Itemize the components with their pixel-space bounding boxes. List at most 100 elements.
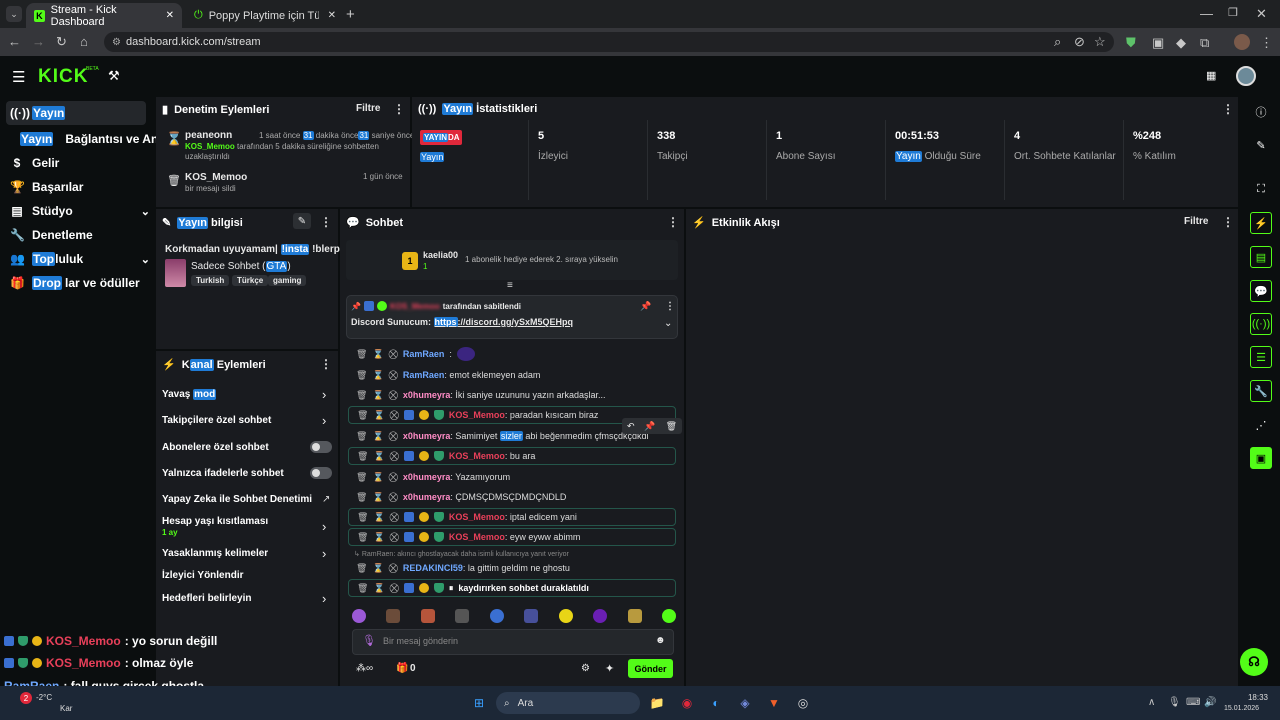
chat-message[interactable]: 🗑 ⌛ ⛒ KOS_Memoo: eyw eyww abimm — [348, 528, 676, 546]
gift-user[interactable]: kaelia00 — [423, 250, 458, 260]
edge-icon[interactable]: ◐ — [705, 692, 727, 714]
zoom-icon[interactable]: ⌕ — [1054, 34, 1061, 50]
action-slow-mode[interactable]: Yavaş mod — [162, 389, 332, 400]
reply-icon[interactable]: ↶ — [627, 421, 635, 432]
external-link-icon[interactable]: ↗ — [322, 494, 330, 505]
brave-icon[interactable]: ▼ — [763, 692, 785, 714]
weather-temp[interactable]: -2°C — [36, 693, 52, 702]
profile-avatar[interactable] — [1234, 34, 1250, 50]
tag-chip[interactable]: Türkçe — [232, 275, 269, 286]
hamburger-menu-icon[interactable]: ☰ — [12, 68, 25, 86]
microphone-icon[interactable]: 🎙 — [362, 634, 376, 647]
chevron-right-icon[interactable]: › — [322, 546, 326, 561]
send-button[interactable]: Gönder — [628, 659, 673, 678]
emote-icon[interactable] — [627, 609, 642, 623]
sidebar-item-drops[interactable]: 🎁 Drop lar ve ödüller — [10, 276, 150, 290]
chat-menu-icon[interactable]: ⋮ — [667, 215, 679, 229]
sidebar-item-stream[interactable]: ((·)) Yayın — [10, 106, 150, 120]
chat-message[interactable]: 🗑 ⌛ ⛒ x0humeyra: Yazamıyorum — [348, 468, 676, 486]
info-icon[interactable]: ⓘ — [1250, 101, 1272, 123]
chat-message[interactable]: 🗑 ⌛ ⛒ KOS_Memoo: bu ara — [348, 447, 676, 465]
delete-icon[interactable]: 🗑 — [666, 421, 677, 432]
microphone-tray-icon[interactable]: 🎙 — [1168, 697, 1181, 708]
notes-icon[interactable]: ▤ — [1250, 246, 1272, 268]
chevron-right-icon[interactable]: › — [322, 591, 326, 606]
activity-menu-icon[interactable]: ⋮ — [1222, 215, 1234, 229]
emote-icon[interactable] — [489, 609, 504, 623]
chevron-right-icon[interactable]: › — [322, 387, 326, 402]
action-goals[interactable]: Hedefleri belirleyin — [162, 593, 332, 604]
settings-gear-icon[interactable]: ⚙ — [581, 663, 590, 674]
volume-icon[interactable]: 🔊 — [1204, 697, 1216, 708]
chat-input-placeholder[interactable]: Bir mesaj gönderin — [383, 636, 458, 646]
sidebar-item-achievements[interactable]: 🏆 Başarılar — [10, 180, 150, 194]
maximize-icon[interactable]: ❐ — [1228, 6, 1238, 19]
home-icon[interactable]: ⌂ — [80, 34, 88, 49]
pin-icon[interactable]: 📌 — [644, 421, 655, 432]
kick-points-icon[interactable]: ⁂∞ — [356, 663, 373, 674]
info-menu-icon[interactable]: ⋮ — [320, 215, 332, 229]
site-info-icon[interactable]: ⚙ — [112, 37, 121, 48]
emote-icon[interactable] — [352, 609, 366, 623]
extension-badge-icon[interactable]: ▣ — [1152, 35, 1164, 51]
sidebar-item-moderation[interactable]: 🔧 Denetleme — [10, 228, 150, 242]
fullscreen-icon[interactable]: ⛶ — [1250, 178, 1272, 200]
bookmark-star-icon[interactable]: ☆ — [1094, 34, 1106, 50]
forward-icon[interactable]: → — [32, 34, 45, 49]
sidebar-item-stream-key[interactable]: Yayın Bağlantısı ve Anahtar — [20, 132, 188, 146]
stats-menu-icon[interactable]: ⋮ — [1222, 102, 1234, 116]
tab-poppy[interactable]: ⏻ Poppy Playtime için Türkçe yam ✕ — [186, 3, 344, 28]
chevron-right-icon[interactable]: › — [322, 519, 326, 534]
action-raid[interactable]: İzleyici Yönlendir — [162, 570, 332, 581]
emote-icon[interactable] — [524, 609, 539, 623]
emote-icon[interactable] — [558, 609, 573, 623]
support-headset-icon[interactable]: ☊ — [1240, 648, 1268, 676]
chat-paused-row[interactable]: 🗑 ⌛ ⛒ ⏸ kaydırırken sohbet duraklatıldı — [348, 579, 676, 597]
new-tab-icon[interactable]: + — [346, 6, 355, 23]
sidebar-item-community[interactable]: 👥 Topluluk ⌄ — [10, 252, 150, 266]
address-bar[interactable]: ⚙ dashboard.kick.com/stream ⌕ ⊘ ☆ — [104, 32, 1114, 52]
add-widget-icon[interactable]: ▣ — [1250, 447, 1272, 469]
chat-message[interactable]: 🗑 ⌛ ⛒ RamRaen: — [348, 345, 676, 363]
taskbar-search[interactable]: ⌕ Ara — [496, 692, 640, 714]
activity-filter-button[interactable]: Filtre — [1184, 216, 1208, 227]
browser-menu-icon[interactable]: ⋮ — [1260, 35, 1273, 51]
quick-actions-icon[interactable]: ⚡ — [1250, 212, 1272, 234]
shield-extension-icon[interactable]: ⛊ — [1126, 35, 1136, 51]
user-avatar[interactable] — [1236, 66, 1256, 86]
chat-message[interactable]: 🗑 ⌛ ⛒ REDAKINCI59: la gittim geldim ne gho… — [348, 559, 676, 577]
tab-stream[interactable]: K Stream - Kick Dashboard ✕ — [26, 3, 182, 28]
network-icon[interactable]: ⌨ — [1186, 697, 1200, 708]
pencil-icon[interactable]: ✎ — [1250, 134, 1272, 156]
share-icon[interactable]: ⋰ — [1250, 414, 1272, 436]
tools-icon[interactable]: 🔧 — [1250, 380, 1272, 402]
tag-chip[interactable]: gaming — [268, 275, 307, 286]
hammer-icon[interactable]: ⚒ — [108, 68, 120, 84]
close-window-icon[interactable]: ✕ — [1256, 6, 1267, 22]
emote-only-toggle[interactable] — [310, 467, 332, 479]
chat-message[interactable]: 🗑 ⌛ ⛒ KOS_Memoo: iptal edicem yani — [348, 508, 676, 526]
tab-list-icon[interactable]: ⌄ — [6, 6, 22, 22]
eye-off-icon[interactable]: ⊘ — [1074, 34, 1085, 50]
emote-icon[interactable] — [455, 609, 470, 623]
action-ai-moderation[interactable]: Yapay Zeka ile Sohbet Denetimi — [162, 494, 332, 505]
extensions-puzzle-icon[interactable]: ⧉ — [1200, 35, 1209, 51]
windows-start-icon[interactable]: ⊞ — [468, 692, 490, 714]
back-icon[interactable]: ← — [8, 34, 21, 49]
moderation-log-icon[interactable]: ☰ — [1250, 346, 1272, 368]
emoji-icon[interactable]: ☻ — [655, 635, 666, 646]
subscribers-only-toggle[interactable] — [310, 441, 332, 453]
minimize-icon[interactable]: — — [1200, 6, 1213, 21]
mod-entry-user[interactable]: peaneonn — [185, 130, 232, 141]
extension-icon[interactable]: ◆ — [1176, 35, 1186, 51]
reload-icon[interactable]: ↻ — [56, 34, 67, 50]
action-followers-only[interactable]: Takipçilere özel sohbet — [162, 415, 332, 426]
emote-icon[interactable] — [420, 609, 435, 623]
sidebar-item-studio[interactable]: ▤ Stüdyo ⌄ — [10, 204, 150, 218]
studio-icon[interactable]: ▦ — [1206, 69, 1216, 82]
chat-message[interactable]: 🗑 ⌛ ⛒ x0humeyra: İki saniye uzununu yazın … — [348, 386, 676, 404]
obs-icon[interactable]: ◎ — [792, 692, 814, 714]
tag-chip[interactable]: Turkish — [191, 275, 230, 286]
collapse-icon[interactable]: ≡ — [507, 280, 513, 291]
chat-extra-icon[interactable]: ✦ — [605, 662, 614, 675]
